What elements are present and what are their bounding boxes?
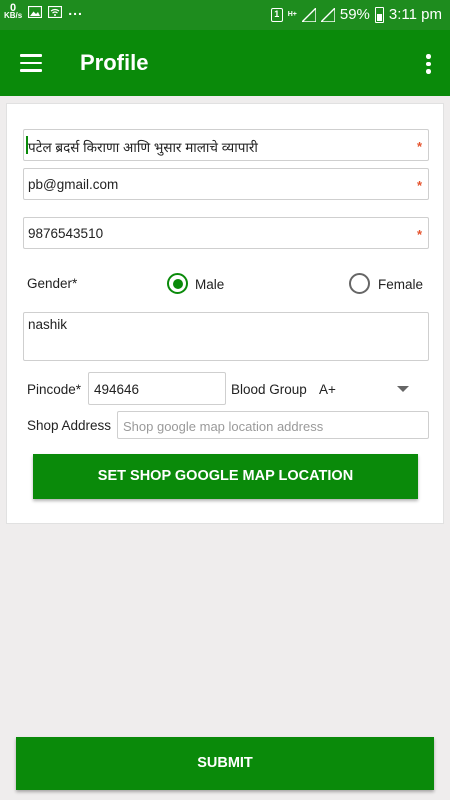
shop-name-value: पटेल ब्रदर्स किराणा आणि भुसार मालाचे व्य… bbox=[28, 140, 258, 155]
set-map-location-button[interactable]: SET SHOP GOOGLE MAP LOCATION bbox=[33, 454, 418, 499]
clock: 3:11 pm bbox=[388, 6, 442, 23]
required-mark: * bbox=[416, 227, 422, 242]
pincode-value: 494646 bbox=[94, 382, 140, 397]
shop-address-placeholder: Shop google map location address bbox=[123, 419, 324, 434]
blood-group-label: Blood Group bbox=[231, 382, 307, 397]
sim-icon: 1 bbox=[270, 7, 283, 22]
app-bar: Profile bbox=[0, 30, 450, 96]
signal-icon bbox=[301, 7, 316, 22]
network-speed: 0 KB/s bbox=[4, 3, 23, 20]
profile-form-card: पटेल ब्रदर्स किराणा आणि भुसार मालाचे व्य… bbox=[6, 103, 444, 524]
network-speed-unit: KB/s bbox=[4, 11, 23, 20]
battery-icon bbox=[374, 6, 384, 23]
pincode-input[interactable]: 494646 bbox=[88, 372, 226, 405]
chevron-down-icon bbox=[397, 386, 409, 392]
mobile-value: 9876543510 bbox=[28, 226, 104, 241]
network-type: H+ bbox=[287, 11, 297, 18]
gender-male-label[interactable]: Male bbox=[195, 277, 224, 292]
email-field[interactable]: pb@gmail.com * bbox=[23, 168, 429, 200]
address-value: nashik bbox=[28, 317, 68, 332]
more-notifications-indicator: ... bbox=[68, 2, 83, 18]
status-bar: 0 KB/s ... 1 H+ 59% 3:11 pm bbox=[0, 0, 450, 30]
menu-icon[interactable] bbox=[20, 54, 42, 72]
shop-address-input[interactable]: Shop google map location address bbox=[117, 411, 429, 439]
email-value: pb@gmail.com bbox=[28, 177, 119, 192]
blood-group-select[interactable]: A+ bbox=[319, 380, 411, 400]
gender-female-radio[interactable] bbox=[349, 273, 370, 294]
page-title: Profile bbox=[80, 50, 149, 75]
mobile-field[interactable]: 9876543510 * bbox=[23, 217, 429, 249]
more-vert-icon[interactable] bbox=[426, 54, 432, 74]
battery-percent: 59% bbox=[339, 6, 370, 23]
address-textarea[interactable]: nashik bbox=[23, 312, 429, 361]
pincode-label: Pincode* bbox=[27, 382, 82, 397]
image-icon bbox=[28, 6, 43, 18]
signal-icon-2 bbox=[320, 7, 335, 22]
blood-group-value: A+ bbox=[319, 382, 336, 397]
shop-name-field[interactable]: पटेल ब्रदर्स किराणा आणि भुसार मालाचे व्य… bbox=[23, 129, 429, 161]
wifi-icon bbox=[48, 6, 63, 18]
required-mark: * bbox=[416, 139, 422, 154]
gender-label: Gender* bbox=[27, 276, 78, 291]
shop-address-label: Shop Address bbox=[27, 418, 112, 433]
gender-female-label[interactable]: Female bbox=[378, 277, 423, 292]
submit-button[interactable]: SUBMIT bbox=[16, 737, 434, 790]
required-mark: * bbox=[416, 178, 422, 193]
gender-male-radio[interactable] bbox=[167, 273, 188, 294]
